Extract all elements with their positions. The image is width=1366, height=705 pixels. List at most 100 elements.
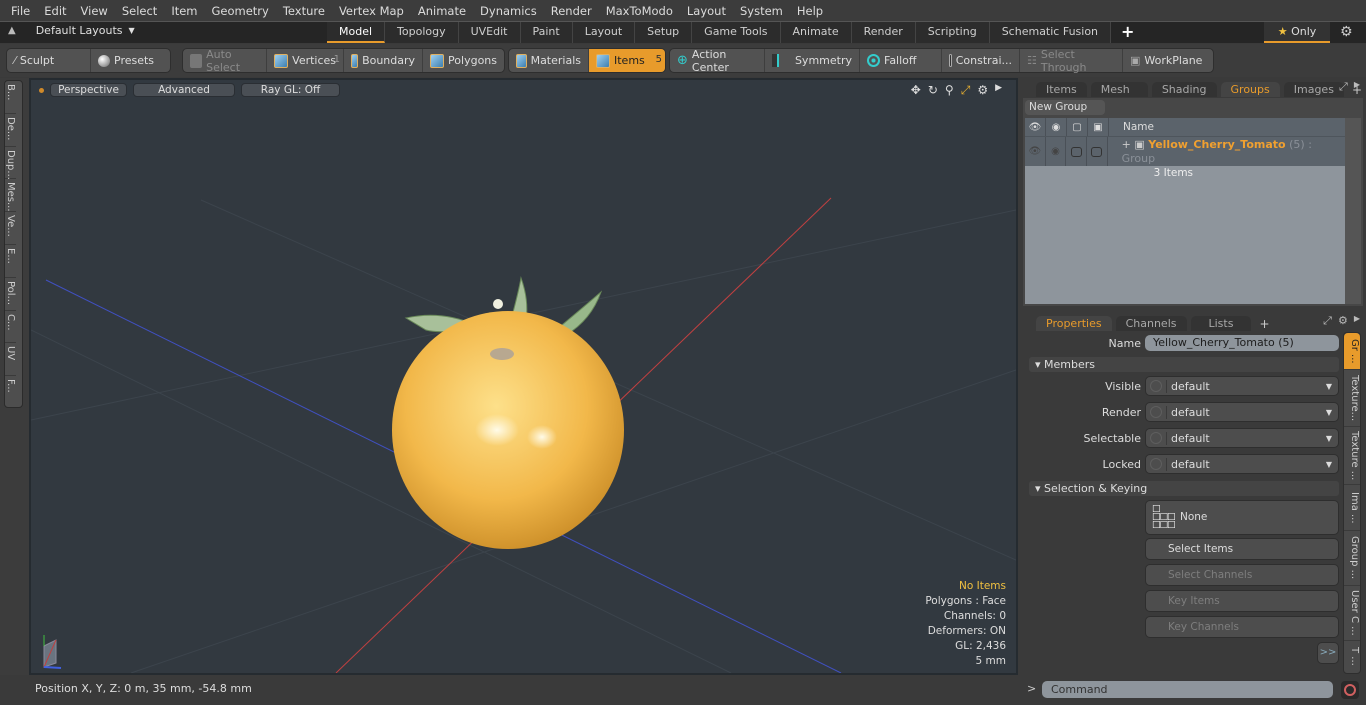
select-column-cube-icon[interactable]: ▣ (1088, 118, 1109, 136)
properties-more-icon[interactable]: ▶ (1354, 314, 1360, 328)
menu-maxtomodo[interactable]: MaxToModo (599, 4, 680, 18)
menu-select[interactable]: Select (115, 4, 164, 18)
tab-channels[interactable]: Channels (1115, 316, 1187, 331)
only-toggle[interactable]: ★ Only (1264, 22, 1330, 43)
left-tab-10[interactable]: F... (5, 376, 16, 409)
render-camera-icon[interactable]: ◉ (1046, 137, 1067, 166)
left-tab-3[interactable]: Dup... (5, 147, 16, 180)
presets-button[interactable]: Presets (91, 49, 161, 72)
sculpt-button[interactable]: ⁄ Sculpt (7, 49, 91, 72)
tab-lists[interactable]: Lists (1190, 316, 1252, 331)
left-tab-8[interactable]: C... (5, 311, 16, 344)
properties-gear-icon[interactable]: ⚙ (1338, 314, 1348, 328)
action-center-button[interactable]: ⊕ Action Center (670, 48, 765, 74)
tab-topology[interactable]: Topology (385, 22, 459, 43)
key-items-button[interactable]: Key Items (1145, 590, 1339, 612)
selectable-key-icon[interactable] (1150, 432, 1162, 444)
menu-vertex-map[interactable]: Vertex Map (332, 4, 411, 18)
render-dropdown[interactable]: default ▼ (1145, 402, 1339, 422)
selectable-dropdown[interactable]: default ▼ (1145, 428, 1339, 448)
constraints-button[interactable]: Constrai... (942, 49, 1020, 72)
tab-images[interactable]: Images (1283, 82, 1344, 97)
render-key-icon[interactable] (1150, 406, 1162, 418)
add-properties-tab-button[interactable]: + (1255, 317, 1273, 331)
zoom-icon[interactable]: ⚲ (945, 83, 954, 98)
menu-item[interactable]: Item (164, 4, 204, 18)
tab-model[interactable]: Model (327, 22, 386, 43)
command-input[interactable]: Command (1042, 681, 1333, 698)
left-tab-6[interactable]: E... (5, 245, 16, 278)
falloff-button[interactable]: Falloff (860, 49, 942, 72)
name-column-header[interactable]: Name (1109, 121, 1154, 133)
visible-key-icon[interactable] (1150, 380, 1162, 392)
symmetry-button[interactable]: Symmetry (765, 49, 860, 72)
side-tab-texture-1[interactable]: Texture... (1344, 370, 1360, 427)
viewport-more-icon[interactable]: ▶ (995, 83, 1002, 98)
tab-scripting[interactable]: Scripting (915, 22, 990, 43)
key-channels-button[interactable]: Key Channels (1145, 616, 1339, 638)
rotate-icon[interactable]: ↻ (928, 83, 938, 98)
expand-icon[interactable]: ⤢ (1323, 314, 1332, 328)
selection-keying-section[interactable]: ▾ Selection & Keying (1029, 481, 1339, 496)
locked-dropdown[interactable]: default ▼ (1145, 454, 1339, 474)
menu-animate[interactable]: Animate (411, 4, 473, 18)
tab-groups[interactable]: Groups (1220, 82, 1280, 97)
menu-layout[interactable]: Layout (680, 4, 733, 18)
collapse-icon[interactable]: ▲ (8, 25, 16, 36)
tab-schematic-fusion[interactable]: Schematic Fusion (989, 22, 1112, 43)
select-channels-button[interactable]: Select Channels (1145, 564, 1339, 586)
side-tab-group-2[interactable]: Group ... (1344, 531, 1360, 586)
left-tab-5[interactable]: Ve... (5, 212, 16, 245)
visible-dropdown[interactable]: default ▼ (1145, 376, 1339, 396)
pan-icon[interactable]: ✥ (911, 83, 921, 98)
tab-uvedit[interactable]: UVEdit (458, 22, 521, 43)
select-through-button[interactable]: ☷ Select Through (1020, 48, 1123, 74)
side-tab-group[interactable]: Gr ... (1344, 333, 1360, 370)
shading-mode-button[interactable]: Advanced (133, 83, 235, 97)
tab-items[interactable]: Items (1036, 82, 1087, 97)
polygons-button[interactable]: Polygons (423, 49, 504, 72)
vertices-button[interactable]: Vertices 1 (267, 49, 345, 72)
locked-key-icon[interactable] (1150, 458, 1162, 470)
left-tab-2[interactable]: De... (5, 114, 16, 147)
items-button[interactable]: Items 5 (589, 49, 665, 72)
menu-help[interactable]: Help (790, 4, 830, 18)
panel-more-icon[interactable]: ▶ (1354, 80, 1360, 94)
visibility-column-eye-icon[interactable]: 👁 (1025, 118, 1046, 136)
add-tab-button[interactable]: + (1111, 22, 1144, 43)
members-section[interactable]: ▾ Members (1029, 357, 1339, 372)
menu-edit[interactable]: Edit (37, 4, 73, 18)
expand-plus-icon[interactable]: + (1122, 138, 1131, 151)
raygl-button[interactable]: Ray GL: Off (241, 83, 340, 97)
lock-column-cube-icon[interactable]: ▢ (1067, 118, 1088, 136)
more-button[interactable]: >> (1317, 642, 1339, 664)
visibility-eye-icon[interactable]: 👁 (1025, 137, 1046, 166)
tab-shading[interactable]: Shading (1151, 82, 1217, 97)
record-icon[interactable] (1341, 681, 1359, 699)
tab-paint[interactable]: Paint (520, 22, 573, 43)
menu-geometry[interactable]: Geometry (205, 4, 276, 18)
render-column-camera-icon[interactable]: ◉ (1046, 118, 1067, 136)
side-tab-texture-2[interactable]: Texture ... (1344, 427, 1360, 485)
tab-layout[interactable]: Layout (572, 22, 636, 43)
groups-scrollbar[interactable] (1345, 118, 1361, 304)
lock-toggle[interactable] (1066, 137, 1087, 166)
left-tab-9[interactable]: UV (5, 343, 16, 377)
tab-properties[interactable]: Properties (1036, 316, 1112, 331)
side-tab-user-channels[interactable]: User C ... (1344, 586, 1360, 641)
tab-mesh[interactable]: Mesh ... (1090, 82, 1148, 111)
view-mode-button[interactable]: Perspective (50, 83, 127, 97)
menu-dynamics[interactable]: Dynamics (473, 4, 544, 18)
menu-render[interactable]: Render (544, 4, 599, 18)
menu-system[interactable]: System (733, 4, 790, 18)
new-group-button[interactable]: New Group (1025, 100, 1105, 115)
tab-game-tools[interactable]: Game Tools (692, 22, 781, 43)
auto-select-button[interactable]: Auto Select (183, 48, 268, 74)
menu-file[interactable]: File (4, 4, 37, 18)
tab-animate[interactable]: Animate (780, 22, 852, 43)
none-preset-button[interactable]: □ □□□ □□□ None (1145, 500, 1339, 535)
materials-button[interactable]: Materials (509, 49, 589, 72)
viewport-settings-icon[interactable]: ⚙ (977, 83, 988, 98)
workplane-button[interactable]: ▣ WorkPlane (1123, 49, 1209, 72)
select-toggle[interactable] (1087, 137, 1108, 166)
